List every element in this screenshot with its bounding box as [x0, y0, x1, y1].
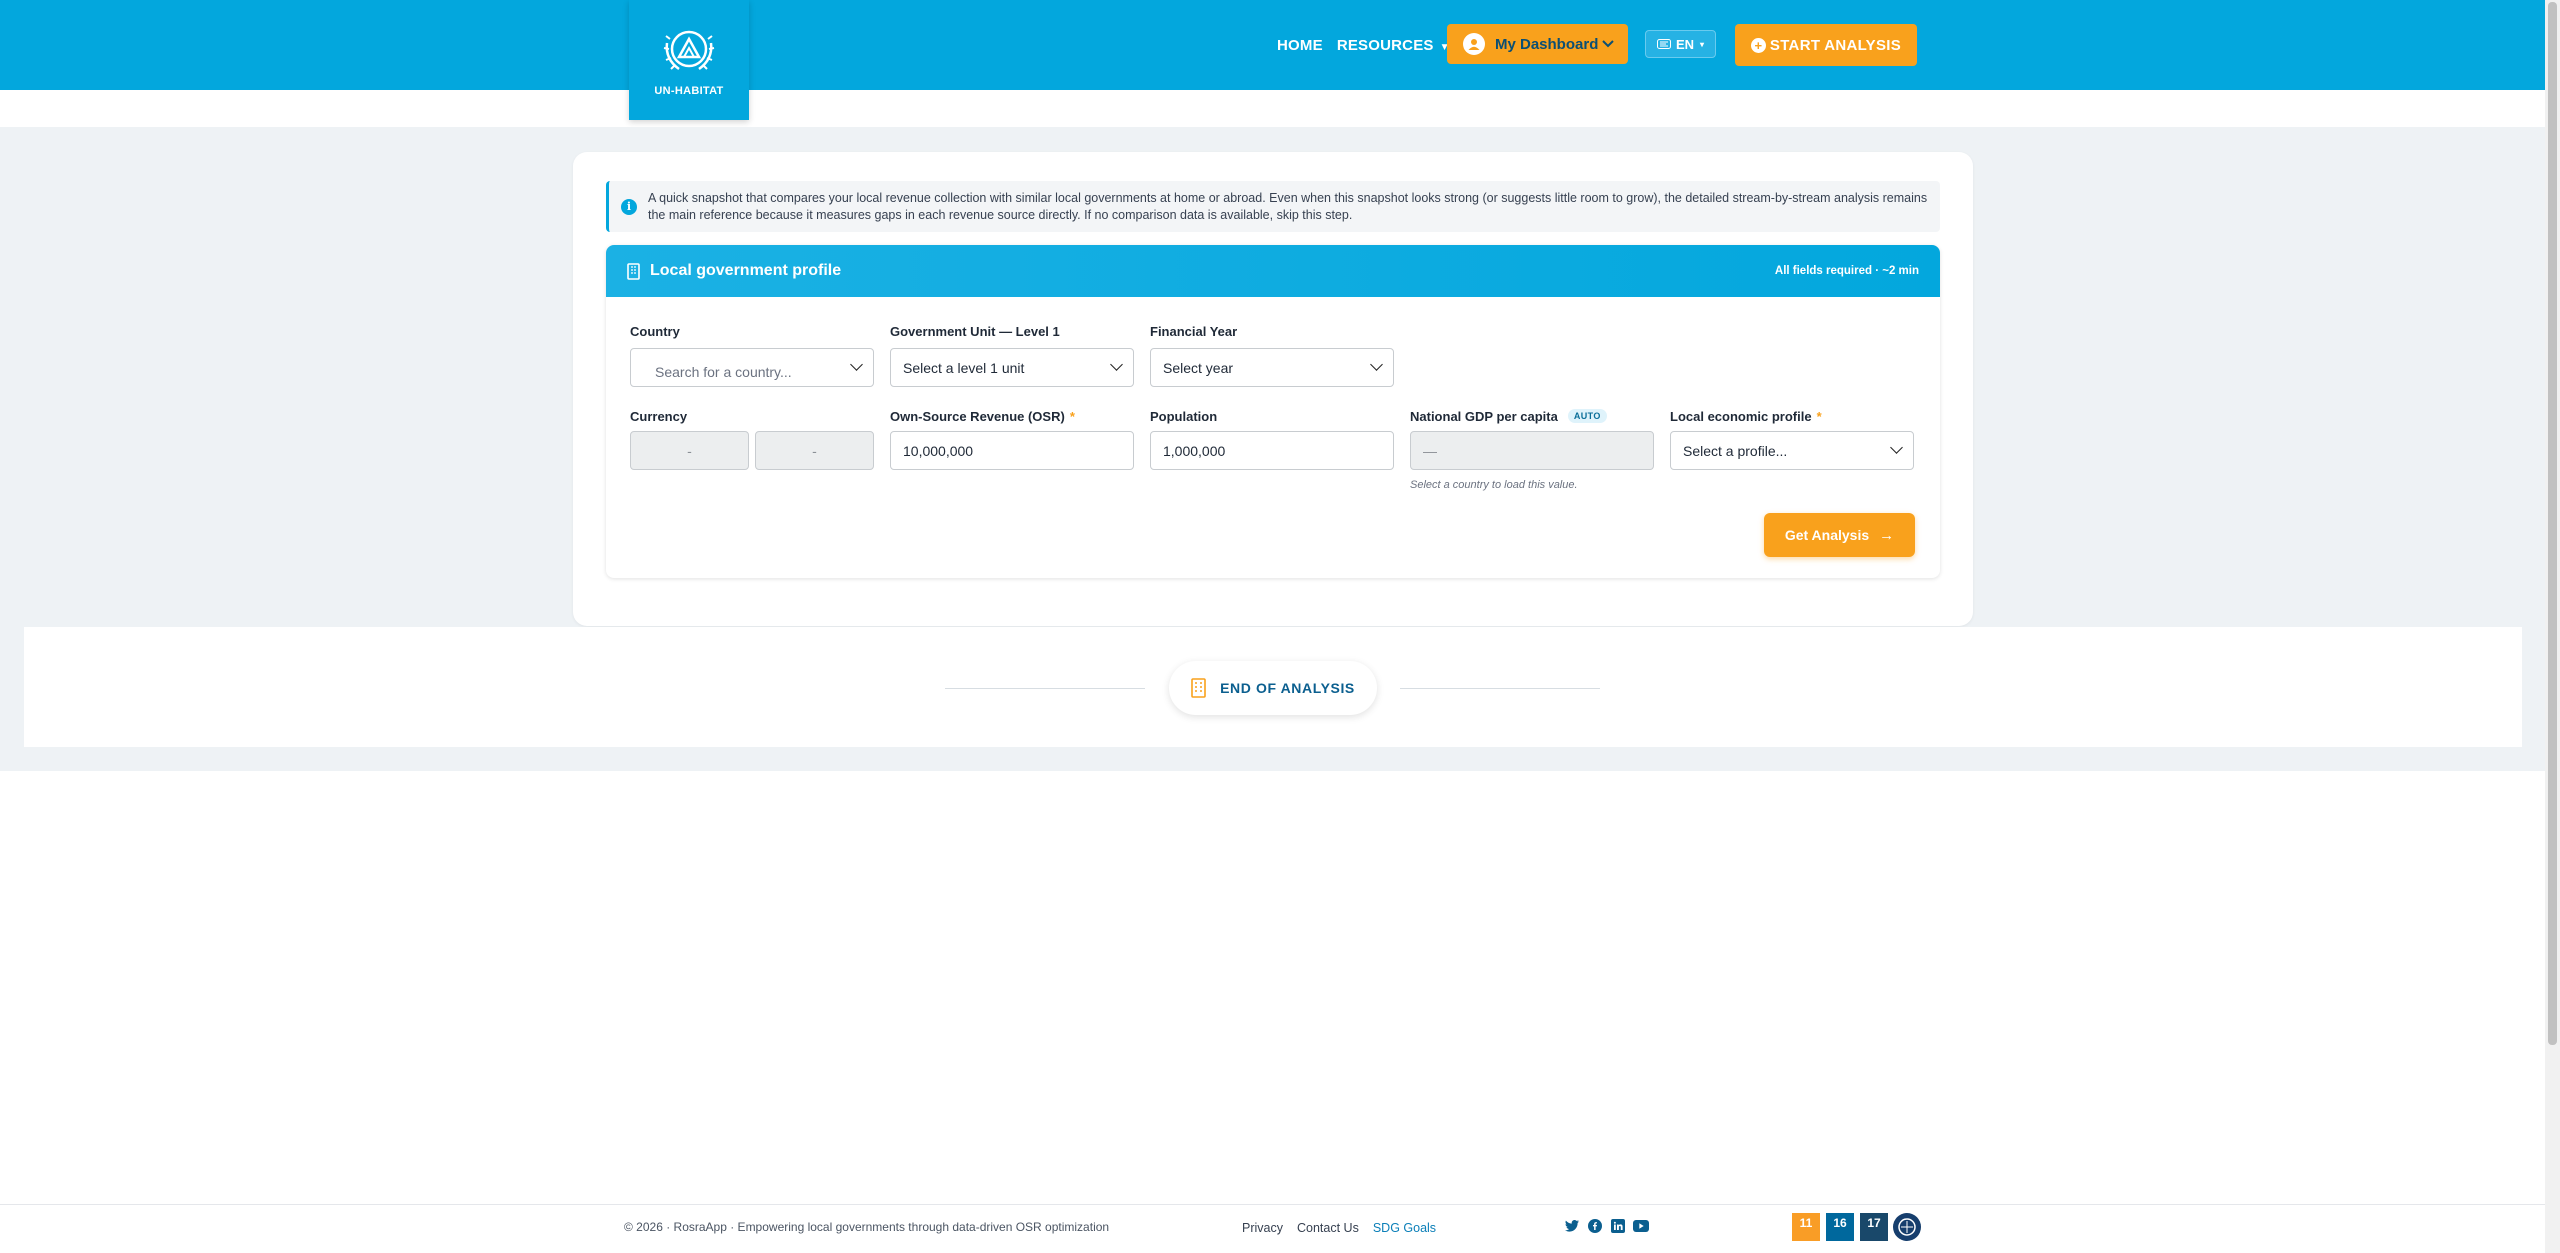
currency-label: Currency [630, 409, 688, 424]
start-analysis-label: START ANALYSIS [1769, 36, 1902, 54]
profile-title: Local government profile [650, 262, 842, 279]
plus-circle-icon: + [1750, 37, 1766, 53]
currency-symbol-field: - [755, 431, 874, 470]
youtube-icon[interactable] [1633, 1218, 1649, 1234]
get-analysis-button[interactable]: Get Analysis → [1764, 513, 1915, 557]
divider-right [1400, 688, 1600, 689]
level1-label: Government Unit — Level 1 [890, 324, 1060, 339]
end-of-analysis-label: END OF ANALYSIS [1220, 680, 1355, 696]
language-label: EN [1675, 36, 1695, 52]
privacy-link[interactable]: Privacy [1242, 1221, 1283, 1235]
country-select[interactable]: Search for a country... [630, 348, 874, 387]
sdg-16-badge[interactable]: 16 [1826, 1213, 1854, 1241]
info-text: A quick snapshot that compares your loca… [648, 190, 1928, 222]
econ-profile-select[interactable]: Select a profile... [1670, 431, 1914, 470]
sdg-17-number: 17 [1867, 1216, 1881, 1230]
auto-badge: AUTO [1567, 409, 1607, 423]
caret-down-icon: ▾ [1700, 39, 1705, 49]
sdg-wheel-icon[interactable] [1893, 1213, 1921, 1241]
osr-value: 10,000,000 [903, 442, 974, 459]
sdg-16-number: 16 [1833, 1216, 1847, 1230]
my-dashboard-button[interactable]: My Dashboard [1447, 24, 1628, 64]
osr-label: Own-Source Revenue (OSR) * [890, 409, 1075, 424]
chevron-down-icon [1890, 441, 1903, 454]
gdp-label-text: National GDP per capita [1410, 409, 1558, 424]
profile-meta: All fields required · ~2 min [1774, 265, 1919, 277]
econ-profile-value: Select a profile... [1683, 442, 1788, 459]
user-avatar-icon [1463, 33, 1485, 55]
contact-link[interactable]: Contact Us [1297, 1221, 1359, 1235]
level1-select[interactable]: Select a level 1 unit [890, 348, 1134, 387]
profile-header: Local government profile All fields requ… [606, 245, 1940, 297]
end-of-analysis-pill: END OF ANALYSIS [1169, 661, 1377, 715]
nav-home[interactable]: HOME [1277, 37, 1323, 54]
chevron-down-icon [1110, 358, 1123, 371]
year-select[interactable]: Select year [1150, 348, 1394, 387]
arrow-right-icon: → [1879, 526, 1895, 544]
building-icon [627, 262, 640, 280]
gdp-label: National GDP per capita AUTO [1410, 409, 1607, 424]
currency-code-value: - [687, 442, 692, 459]
info-notice: i A quick snapshot that compares your lo… [606, 181, 1940, 232]
population-value: 1,000,000 [1163, 442, 1226, 459]
social-links [1564, 1218, 1656, 1234]
linkedin-icon[interactable] [1610, 1218, 1626, 1234]
footer-divider [0, 1204, 2545, 1205]
currency-code-field: - [630, 431, 749, 470]
get-analysis-label: Get Analysis [1784, 527, 1870, 543]
osr-input[interactable]: 10,000,000 [890, 431, 1134, 470]
currency-symbol-value: - [812, 442, 817, 459]
facebook-icon[interactable] [1587, 1218, 1603, 1234]
gdp-field: — [1410, 431, 1654, 470]
nav-resources-label: RESOURCES [1336, 36, 1434, 54]
osr-label-text: Own-Source Revenue (OSR) [890, 409, 1065, 424]
my-dashboard-label: My Dashboard [1495, 35, 1599, 53]
language-icon [1656, 39, 1671, 49]
divider-left [945, 688, 1145, 689]
sdg-11-number: 11 [1799, 1216, 1813, 1230]
country-label: Country [630, 324, 680, 339]
language-selector[interactable]: EN ▾ [1645, 30, 1716, 58]
sdg-goals-link[interactable]: SDG Goals [1373, 1221, 1436, 1235]
year-value: Select year [1163, 359, 1234, 376]
building-icon [1191, 678, 1206, 698]
econ-profile-label: Local economic profile * [1670, 409, 1822, 424]
un-habitat-logo[interactable]: UN-HABITAT [629, 0, 749, 120]
gdp-value: — [1423, 442, 1437, 459]
required-marker: * [1069, 409, 1075, 424]
logo-text: UN-HABITAT [654, 85, 724, 97]
population-label: Population [1150, 409, 1218, 424]
scrollbar-thumb[interactable] [2548, 2, 2557, 1045]
chevron-down-icon [1370, 358, 1383, 371]
twitter-icon[interactable] [1564, 1218, 1580, 1234]
population-input[interactable]: 1,000,000 [1150, 431, 1394, 470]
info-icon: i [621, 198, 637, 215]
top-navbar [0, 0, 2545, 90]
footer-links: Privacy Contact Us SDG Goals [1242, 1221, 1450, 1235]
year-label: Financial Year [1150, 324, 1238, 339]
sdg-17-badge[interactable]: 17 [1860, 1213, 1888, 1241]
sdg-11-badge[interactable]: 11 [1792, 1213, 1820, 1241]
required-marker: * [1816, 409, 1822, 424]
start-analysis-button[interactable]: + START ANALYSIS [1735, 24, 1917, 66]
main-nav: HOME RESOURCES ▼ [1277, 24, 1464, 66]
level1-value: Select a level 1 unit [903, 359, 1025, 376]
econ-profile-label-text: Local economic profile [1670, 409, 1812, 424]
nav-resources[interactable]: RESOURCES ▼ [1337, 37, 1450, 54]
chevron-down-icon [1602, 37, 1614, 51]
gdp-hint: Select a country to load this value. [1410, 479, 1578, 491]
chevron-down-icon [850, 358, 863, 371]
footer-copyright: © 2026 · RosraApp · Empowering local gov… [624, 1220, 1110, 1234]
un-emblem-icon [663, 30, 715, 71]
country-placeholder: Search for a country... [655, 363, 792, 380]
